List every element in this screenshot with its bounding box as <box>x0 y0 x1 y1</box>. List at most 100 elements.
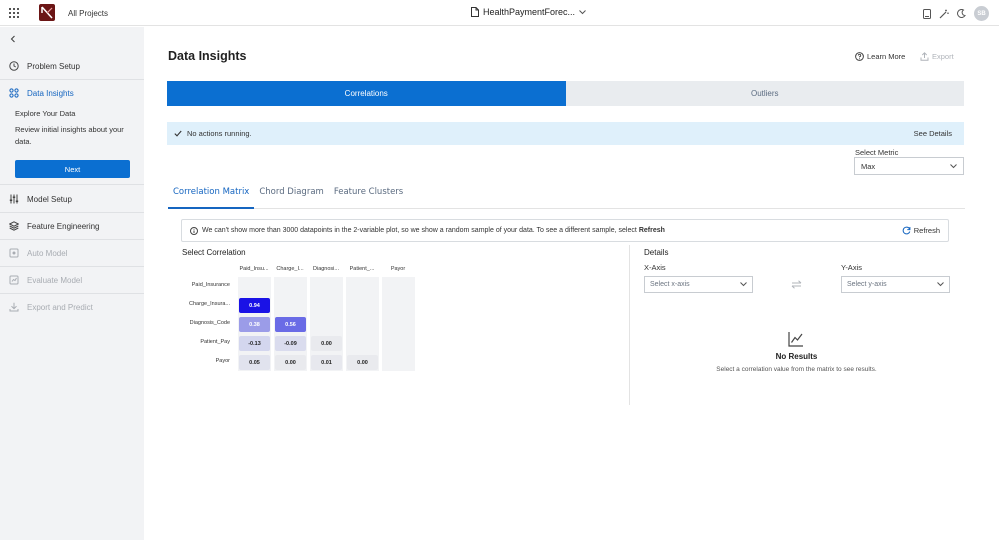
sidebar-item-label: Model Setup <box>27 194 72 204</box>
matrix-cell[interactable]: -0.09 <box>275 336 306 351</box>
next-button[interactable]: Next <box>15 160 130 178</box>
refresh-button[interactable]: Refresh <box>902 226 940 235</box>
layers-icon <box>9 221 19 231</box>
matrix-cell[interactable]: 0.01 <box>311 355 342 370</box>
see-details-link[interactable]: See Details <box>914 129 952 138</box>
sidebar-item-export-predict: Export and Predict <box>0 294 144 320</box>
y-axis-label: Y-Axis <box>841 263 862 272</box>
x-axis-label: X-Axis <box>644 263 666 272</box>
swap-axes-icon[interactable] <box>791 280 802 289</box>
sidebar-item-auto-model: Auto Model <box>0 240 144 266</box>
page-title: Data Insights <box>168 49 247 63</box>
info-icon <box>190 226 202 235</box>
explore-title: Explore Your Data <box>15 109 76 118</box>
metric-label: Select Metric <box>855 148 899 157</box>
no-results-title: No Results <box>775 352 818 361</box>
y-axis-placeholder: Select y-axis <box>847 281 887 288</box>
tab-chord-diagram[interactable]: Chord Diagram <box>254 185 328 209</box>
sidebar-item-label: Feature Engineering <box>27 221 100 231</box>
matrix-row-label: Payor <box>215 358 230 364</box>
sidebar-item-problem-setup[interactable]: Problem Setup <box>0 53 144 79</box>
sidebar-item-feature-engineering[interactable]: Feature Engineering <box>0 213 144 239</box>
matrix-column-header: Patient_... <box>349 266 375 272</box>
matrix-cell[interactable]: 0.00 <box>275 355 306 370</box>
top-bar: All Projects HealthPaymentForec... SB <box>0 0 999 26</box>
x-axis-select[interactable]: Select x-axis <box>644 276 753 293</box>
app-logo[interactable] <box>39 4 55 21</box>
tab-correlations[interactable]: Correlations <box>167 81 566 106</box>
sidebar-item-label: Data Insights <box>27 88 74 98</box>
matrix-cell[interactable]: -0.13 <box>239 336 270 351</box>
all-projects-link[interactable]: All Projects <box>68 9 108 18</box>
tab-feature-clusters[interactable]: Feature Clusters <box>329 185 408 209</box>
tab-outliers[interactable]: Outliers <box>565 81 964 106</box>
chevron-down-icon <box>950 163 957 169</box>
y-axis-select[interactable]: Select y-axis <box>841 276 950 293</box>
sidebar-item-label: Export and Predict <box>27 302 93 312</box>
learn-more-label: Learn More <box>867 52 906 61</box>
details-title: Details <box>644 248 669 257</box>
chevron-down-icon <box>937 282 944 287</box>
panel-divider <box>629 245 630 405</box>
check-icon <box>174 130 187 137</box>
user-avatar[interactable]: SB <box>974 6 989 21</box>
correlation-view-tabs: Correlation Matrix Chord Diagram Feature… <box>168 185 965 209</box>
matrix-cell[interactable]: 0.00 <box>347 355 378 370</box>
help-icon <box>855 52 864 61</box>
info-refresh-emphasis: Refresh <box>638 227 665 234</box>
metric-select[interactable]: Max <box>854 157 964 175</box>
line-chart-icon <box>788 331 804 347</box>
no-results-description: Select a correlation value from the matr… <box>716 366 877 373</box>
sliders-icon <box>9 194 19 204</box>
refresh-label: Refresh <box>913 226 940 235</box>
learn-more-button[interactable]: Learn More <box>855 52 905 61</box>
sidebar-item-label: Problem Setup <box>27 61 80 71</box>
matrix-row-label: Patient_Pay <box>200 339 230 345</box>
refresh-icon <box>902 226 911 235</box>
matrix-column-header: Diagnosi... <box>313 266 339 272</box>
info-text: We can't show more than 3000 datapoints … <box>202 227 637 234</box>
download-icon <box>9 302 19 312</box>
matrix-row-label: Paid_Insurance <box>191 282 230 288</box>
insights-icon <box>9 88 19 98</box>
matrix-column-header: Payor <box>390 266 406 272</box>
collapse-sidebar-icon[interactable] <box>9 35 17 43</box>
sidebar-item-model-setup[interactable]: Model Setup <box>0 186 144 212</box>
sidebar-item-evaluate-model: Evaluate Model <box>0 267 144 293</box>
matrix-cell[interactable]: 0.05 <box>239 355 270 370</box>
metric-value: Max <box>861 161 876 171</box>
matrix-column-background <box>382 277 415 371</box>
explore-description: Review initial insights about your data. <box>15 125 124 146</box>
status-bar: No actions running. See Details <box>167 122 964 145</box>
tablet-icon[interactable] <box>923 8 931 19</box>
status-text: No actions running. <box>187 129 252 138</box>
matrix-cell[interactable]: 0.94 <box>239 298 270 313</box>
matrix-cell[interactable]: 0.00 <box>311 336 342 351</box>
select-correlation-title: Select Correlation <box>182 248 246 257</box>
chevron-down-icon <box>579 9 586 15</box>
magic-wand-icon[interactable] <box>939 9 949 19</box>
apps-grid-icon[interactable] <box>9 8 19 18</box>
matrix-row-label: Diagnosis_Code <box>189 320 230 326</box>
matrix-cell[interactable]: 0.56 <box>275 317 306 332</box>
insight-tabs: Correlations Outliers <box>167 81 964 106</box>
sidebar-item-data-insights[interactable]: Data Insights <box>0 80 144 106</box>
matrix-row-label: Charge_Insura... <box>189 301 230 307</box>
matrix-cell[interactable]: 0.38 <box>239 317 270 332</box>
sidebar-item-label: Auto Model <box>27 248 68 258</box>
chevron-down-icon <box>740 282 747 287</box>
matrix-column-header: Charge_I... <box>276 266 304 272</box>
clock-icon <box>9 61 19 71</box>
export-button: Export <box>920 52 954 61</box>
sidebar: Problem Setup Data Insights Explore Your… <box>0 27 144 540</box>
tab-correlation-matrix[interactable]: Correlation Matrix <box>168 185 255 209</box>
document-icon <box>471 7 479 17</box>
project-title: HealthPaymentForec... <box>483 7 576 17</box>
evaluate-icon <box>9 275 19 285</box>
auto-model-icon <box>9 248 19 258</box>
project-selector[interactable]: HealthPaymentForec... <box>471 7 586 17</box>
x-axis-placeholder: Select x-axis <box>650 281 690 288</box>
info-banner: We can't show more than 3000 datapoints … <box>181 219 949 242</box>
dark-mode-icon[interactable] <box>957 9 966 18</box>
export-icon <box>920 52 929 61</box>
